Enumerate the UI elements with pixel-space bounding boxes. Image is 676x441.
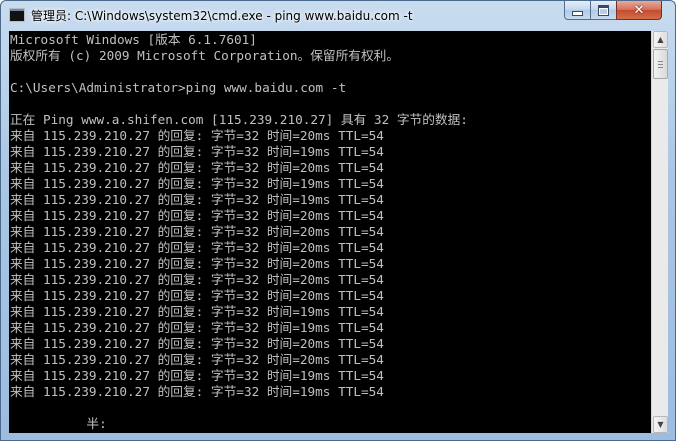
- thumb-grip-line: [658, 64, 663, 65]
- minimize-icon: [572, 10, 583, 16]
- maximize-icon: [598, 4, 609, 16]
- console-line: 来自 115.239.210.27 的回复: 字节=32 时间=20ms TTL…: [10, 288, 384, 303]
- scroll-thumb[interactable]: [653, 49, 668, 79]
- cmd-icon-bar: [10, 9, 24, 11]
- minimize-button[interactable]: [564, 1, 591, 20]
- console-line: 来自 115.239.210.27 的回复: 字节=32 时间=20ms TTL…: [10, 240, 384, 255]
- console-line: 来自 115.239.210.27 的回复: 字节=32 时间=19ms TTL…: [10, 144, 384, 159]
- thumb-grip-line: [658, 61, 663, 62]
- console-line: 来自 115.239.210.27 的回复: 字节=32 时间=19ms TTL…: [10, 304, 384, 319]
- console-line: 来自 115.239.210.27 的回复: 字节=32 时间=19ms TTL…: [10, 192, 384, 207]
- window-title: 管理员: C:\Windows\system32\cmd.exe - ping …: [31, 9, 413, 23]
- console-output[interactable]: Microsoft Windows [版本 6.1.7601] 版权所有 (c) …: [9, 31, 651, 433]
- console-line: 来自 115.239.210.27 的回复: 字节=32 时间=19ms TTL…: [10, 384, 384, 399]
- scroll-up-button[interactable]: ▲: [653, 31, 668, 48]
- scroll-up-icon: ▲: [657, 35, 664, 44]
- console-line: 正在 Ping www.a.shifen.com [115.239.210.27…: [10, 112, 468, 127]
- scroll-down-button[interactable]: ▼: [653, 416, 668, 433]
- console-line: 来自 115.239.210.27 的回复: 字节=32 时间=20ms TTL…: [10, 128, 384, 143]
- cmd-window: 管理员: C:\Windows\system32\cmd.exe - ping …: [0, 0, 676, 441]
- console-line: C:\Users\Administrator>ping www.baidu.co…: [10, 80, 347, 95]
- console-line: 来自 115.239.210.27 的回复: 字节=32 时间=19ms TTL…: [10, 320, 384, 335]
- scroll-down-icon: ▼: [657, 420, 664, 429]
- console-line: 来自 115.239.210.27 的回复: 字节=32 时间=20ms TTL…: [10, 224, 384, 239]
- thumb-grip-line: [658, 67, 663, 68]
- title-bar[interactable]: 管理员: C:\Windows\system32\cmd.exe - ping …: [1, 1, 675, 30]
- vertical-scrollbar[interactable]: ▲ ▼: [651, 31, 668, 433]
- close-button[interactable]: ✕: [616, 1, 662, 20]
- console-line: Microsoft Windows [版本 6.1.7601]: [10, 32, 257, 47]
- maximize-button[interactable]: [590, 1, 617, 20]
- console-line: 版权所有 (c) 2009 Microsoft Corporation。保留所有…: [10, 48, 400, 63]
- cmd-icon[interactable]: [9, 8, 25, 22]
- console-line: 半:: [10, 416, 107, 431]
- console-line: 来自 115.239.210.27 的回复: 字节=32 时间=20ms TTL…: [10, 336, 384, 351]
- close-icon: ✕: [633, 2, 645, 18]
- console-line: 来自 115.239.210.27 的回复: 字节=32 时间=19ms TTL…: [10, 176, 384, 191]
- console-line: 来自 115.239.210.27 的回复: 字节=32 时间=20ms TTL…: [10, 256, 384, 271]
- console-line: 来自 115.239.210.27 的回复: 字节=32 时间=20ms TTL…: [10, 272, 384, 287]
- console-line: 来自 115.239.210.27 的回复: 字节=32 时间=19ms TTL…: [10, 368, 384, 383]
- window-bottom-frame: [1, 433, 675, 440]
- console-line: 来自 115.239.210.27 的回复: 字节=32 时间=20ms TTL…: [10, 352, 384, 367]
- console-line: 来自 115.239.210.27 的回复: 字节=32 时间=20ms TTL…: [10, 160, 384, 175]
- console-line: 来自 115.239.210.27 的回复: 字节=32 时间=20ms TTL…: [10, 208, 384, 223]
